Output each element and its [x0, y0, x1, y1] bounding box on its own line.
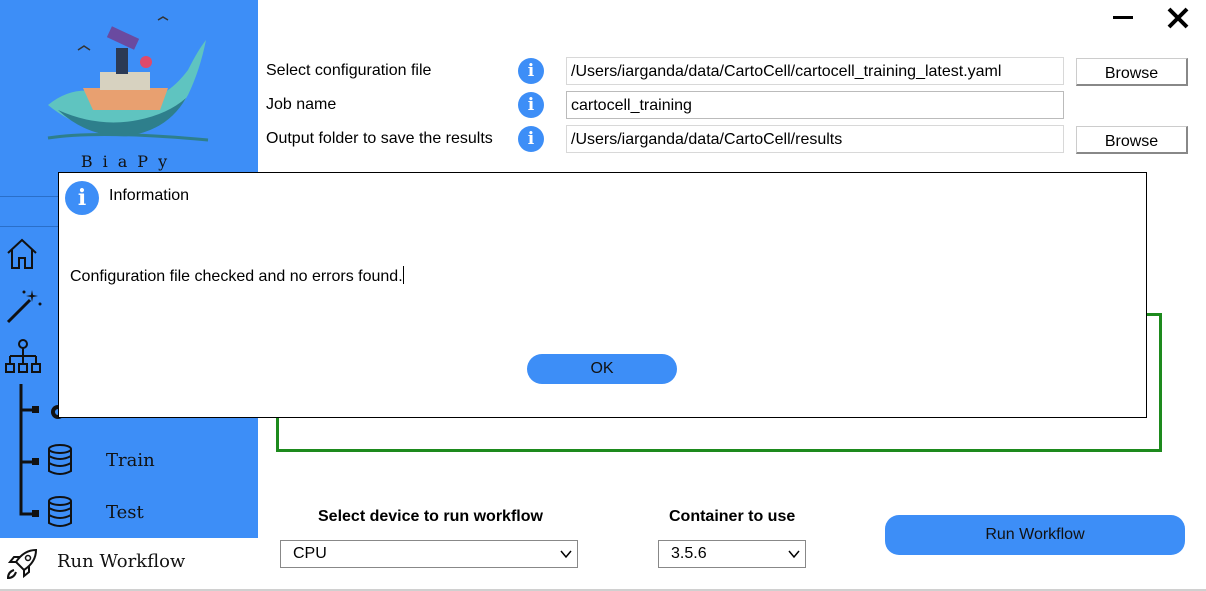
information-dialog: i Information Configuration file checked…	[58, 172, 1147, 418]
container-select-value: 3.5.6	[671, 545, 707, 562]
run-workflow-label: Run Workflow	[57, 551, 186, 572]
container-select[interactable]: 3.5.6	[658, 540, 806, 568]
device-select-value: CPU	[293, 545, 327, 562]
info-icon: i	[65, 181, 99, 215]
workflow-tree-icon[interactable]	[4, 338, 42, 376]
rocket-icon	[6, 548, 38, 580]
sidebar-item-train[interactable]: Train	[106, 450, 155, 471]
sidebar-item-run-workflow[interactable]: Run Workflow	[0, 538, 258, 590]
sidebar-item-test[interactable]: Test	[106, 502, 144, 523]
info-icon[interactable]: i	[518, 58, 544, 84]
tree-connector-icon	[19, 384, 39, 517]
info-icon[interactable]: i	[518, 126, 544, 152]
dialog-message-container[interactable]: Configuration file checked and no errors…	[70, 266, 404, 286]
browse-output-button[interactable]: Browse	[1076, 126, 1188, 154]
database-icon[interactable]	[46, 443, 74, 477]
database-icon[interactable]	[46, 495, 74, 529]
device-select-title: Select device to run workflow	[318, 508, 543, 525]
home-icon[interactable]	[4, 236, 40, 272]
text-cursor	[402, 266, 404, 284]
dialog-message: Configuration file checked and no errors…	[70, 268, 403, 285]
dialog-title: Information	[109, 187, 190, 204]
config-file-label: Select configuration file	[266, 62, 432, 79]
device-select[interactable]: CPU	[280, 540, 578, 568]
output-folder-label: Output folder to save the results	[266, 130, 493, 147]
close-icon[interactable]	[1166, 6, 1190, 30]
ok-button[interactable]: OK	[527, 354, 677, 384]
biapy-logo	[47, 16, 209, 142]
config-file-field[interactable]: /Users/iarganda/data/CartoCell/cartocell…	[566, 57, 1064, 85]
job-name-label: Job name	[266, 96, 337, 113]
run-workflow-button[interactable]: Run Workflow	[885, 515, 1185, 555]
info-icon[interactable]: i	[518, 92, 544, 118]
chevron-down-icon	[560, 550, 572, 559]
output-folder-field[interactable]: /Users/iarganda/data/CartoCell/results	[566, 125, 1064, 153]
magic-wand-icon[interactable]	[4, 286, 44, 326]
minimize-icon[interactable]	[1112, 6, 1134, 28]
chevron-down-icon	[788, 550, 800, 559]
brand-title: BiaPy	[80, 152, 178, 171]
browse-config-button[interactable]: Browse	[1076, 58, 1188, 86]
job-name-field[interactable]: cartocell_training	[566, 91, 1064, 119]
container-select-title: Container to use	[669, 508, 796, 525]
